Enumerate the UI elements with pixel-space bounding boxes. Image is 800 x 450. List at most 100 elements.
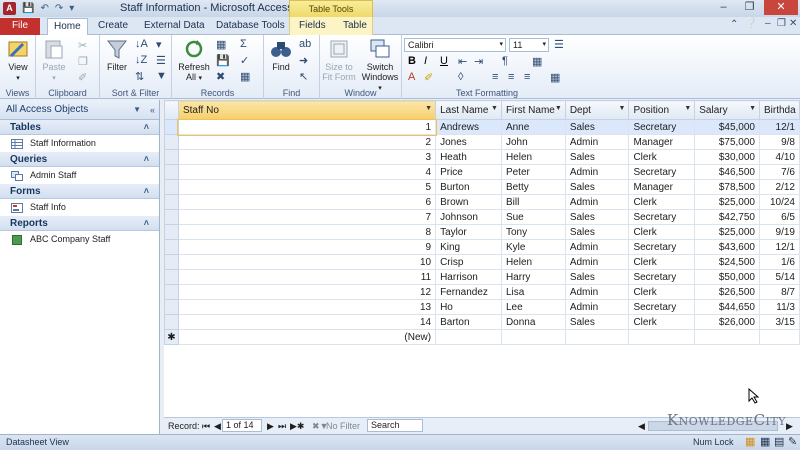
- restore-icon[interactable]: ❐: [737, 0, 762, 15]
- table-row[interactable]: 12 Fernandez Lisa Admin Clerk $26,500 8/7: [164, 284, 800, 300]
- save-icon[interactable]: 💾: [22, 2, 34, 15]
- save-record-icon[interactable]: 💾: [216, 54, 230, 67]
- table-cell[interactable]: $26,000: [694, 314, 760, 330]
- table-cell[interactable]: Sales: [564, 179, 630, 195]
- table-row[interactable]: 8 Taylor Tony Sales Clerk $25,000 9/19: [164, 224, 800, 240]
- table-cell[interactable]: 11: [177, 269, 437, 285]
- table-cell[interactable]: $43,600: [694, 239, 760, 255]
- nav-item-staff-info[interactable]: Staff Info: [0, 199, 159, 216]
- first-record-icon[interactable]: ⏮: [202, 418, 210, 434]
- table-row[interactable]: 1 Andrews Anne Sales Secretary $45,000 12/1: [164, 118, 800, 136]
- table-row[interactable]: 4 Price Peter Admin Secretary $46,500 7/6: [164, 164, 800, 180]
- table-cell[interactable]: Sales: [564, 224, 630, 240]
- undo-icon[interactable]: ↶: [40, 2, 48, 15]
- table-cell[interactable]: Burton: [435, 179, 502, 195]
- table-cell[interactable]: [759, 329, 800, 345]
- table-cell[interactable]: Andrews: [435, 119, 502, 135]
- table-cell[interactable]: 10: [177, 254, 437, 270]
- list-icon[interactable]: ☰: [554, 38, 564, 51]
- table-cell[interactable]: 4: [177, 164, 437, 180]
- table-cell[interactable]: 10/24: [759, 194, 800, 210]
- table-cell[interactable]: Anne: [500, 119, 566, 135]
- table-cell[interactable]: Sales: [564, 119, 630, 135]
- table-cell[interactable]: Heath: [435, 149, 502, 165]
- table-cell[interactable]: Helen: [500, 149, 566, 165]
- table-cell[interactable]: Secretary: [628, 164, 696, 180]
- record-selector[interactable]: [164, 239, 179, 255]
- go-to-icon[interactable]: ➜: [299, 54, 308, 67]
- table-cell[interactable]: Donna: [500, 314, 566, 330]
- font-size-select[interactable]: 11 ▾: [509, 38, 549, 52]
- table-cell[interactable]: [500, 329, 566, 345]
- table-row[interactable]: 7 Johnson Sue Sales Secretary $42,750 6/5: [164, 209, 800, 225]
- collapse-icon[interactable]: ˄: [144, 120, 149, 135]
- table-cell[interactable]: Admin: [564, 194, 630, 210]
- datasheet-view-icon[interactable]: ▦: [745, 435, 755, 450]
- table-row[interactable]: 5 Burton Betty Sales Manager $78,500 2/12: [164, 179, 800, 195]
- table-cell[interactable]: 11/3: [759, 299, 800, 315]
- selection-icon[interactable]: ▾: [156, 38, 162, 51]
- table-cell[interactable]: 1/6: [759, 254, 800, 270]
- copy-icon[interactable]: ❐: [78, 55, 88, 68]
- table-cell[interactable]: Secretary: [628, 269, 696, 285]
- table-cell[interactable]: Brown: [435, 194, 502, 210]
- column-header-staff-no[interactable]: Staff No ▼: [177, 100, 437, 120]
- table-cell[interactable]: Manager: [628, 179, 696, 195]
- table-cell[interactable]: Crisp: [435, 254, 502, 270]
- italic-icon[interactable]: I: [424, 55, 427, 67]
- tab-table[interactable]: Table: [337, 18, 373, 35]
- search-input[interactable]: Search: [367, 419, 423, 432]
- access-app-icon[interactable]: A: [3, 2, 16, 15]
- tab-database-tools[interactable]: Database Tools: [210, 18, 291, 35]
- table-cell[interactable]: King: [435, 239, 502, 255]
- table-cell[interactable]: Manager: [628, 134, 696, 150]
- table-cell[interactable]: Admin: [564, 284, 630, 300]
- refresh-all-button[interactable]: Refresh All ▾: [176, 38, 212, 82]
- paste-button[interactable]: Paste ▾: [40, 38, 68, 82]
- table-cell[interactable]: $42,750: [694, 209, 760, 225]
- background-color-icon[interactable]: ◊: [458, 71, 463, 83]
- table-cell[interactable]: Clerk: [628, 314, 696, 330]
- record-selector[interactable]: [164, 224, 179, 240]
- switch-windows-button[interactable]: Switch Windows ▾: [360, 38, 400, 92]
- table-cell[interactable]: Clerk: [628, 254, 696, 270]
- table-cell[interactable]: Sales: [564, 269, 630, 285]
- tab-create[interactable]: Create: [92, 18, 134, 35]
- alternate-row-color-icon[interactable]: ▦: [550, 71, 560, 84]
- table-row[interactable]: 6 Brown Bill Admin Clerk $25,000 10/24: [164, 194, 800, 210]
- table-cell[interactable]: Helen: [500, 254, 566, 270]
- table-cell[interactable]: Sales: [564, 314, 630, 330]
- table-row[interactable]: 11 Harrison Harry Sales Secretary $50,000 5/14: [164, 269, 800, 285]
- doc-close-icon[interactable]: ✕: [789, 18, 797, 29]
- column-dropdown-icon[interactable]: ▼: [749, 105, 756, 112]
- descending-icon[interactable]: ↓Z: [135, 54, 147, 66]
- table-cell[interactable]: Sales: [564, 209, 630, 225]
- last-record-icon[interactable]: ⏭: [278, 418, 286, 434]
- table-cell[interactable]: $44,650: [694, 299, 760, 315]
- table-cell[interactable]: Lisa: [500, 284, 566, 300]
- table-cell[interactable]: $26,500: [694, 284, 760, 300]
- column-header-first-name[interactable]: First Name ▼: [500, 100, 566, 120]
- new-record-nav-icon[interactable]: ▶✱: [290, 418, 304, 434]
- nav-pane-header[interactable]: All Access Objects ▼ «: [0, 100, 159, 120]
- size-to-fit-form-button[interactable]: Size to Fit Form: [320, 38, 358, 82]
- table-cell[interactable]: 5: [177, 179, 437, 195]
- table-row[interactable]: 9 King Kyle Admin Secretary $43,600 12/1: [164, 239, 800, 255]
- pivot-table-view-icon[interactable]: ▦: [760, 435, 770, 450]
- table-cell[interactable]: [435, 329, 502, 345]
- scroll-left-icon[interactable]: ◀: [638, 418, 645, 434]
- table-cell[interactable]: [628, 329, 696, 345]
- record-selector[interactable]: [164, 284, 179, 300]
- table-cell[interactable]: $25,000: [694, 194, 760, 210]
- new-record-icon[interactable]: ▦: [216, 38, 226, 51]
- table-row[interactable]: 13 Ho Lee Admin Secretary $44,650 11/3: [164, 299, 800, 315]
- table-cell[interactable]: [694, 329, 760, 345]
- table-cell[interactable]: 9/19: [759, 224, 800, 240]
- table-row[interactable]: 14 Barton Donna Sales Clerk $26,000 3/15: [164, 314, 800, 330]
- table-cell[interactable]: 8: [177, 224, 437, 240]
- table-cell[interactable]: Sue: [500, 209, 566, 225]
- table-cell[interactable]: 8/7: [759, 284, 800, 300]
- table-cell[interactable]: Clerk: [628, 224, 696, 240]
- record-selector[interactable]: [164, 269, 179, 285]
- column-dropdown-icon[interactable]: ▼: [491, 105, 498, 112]
